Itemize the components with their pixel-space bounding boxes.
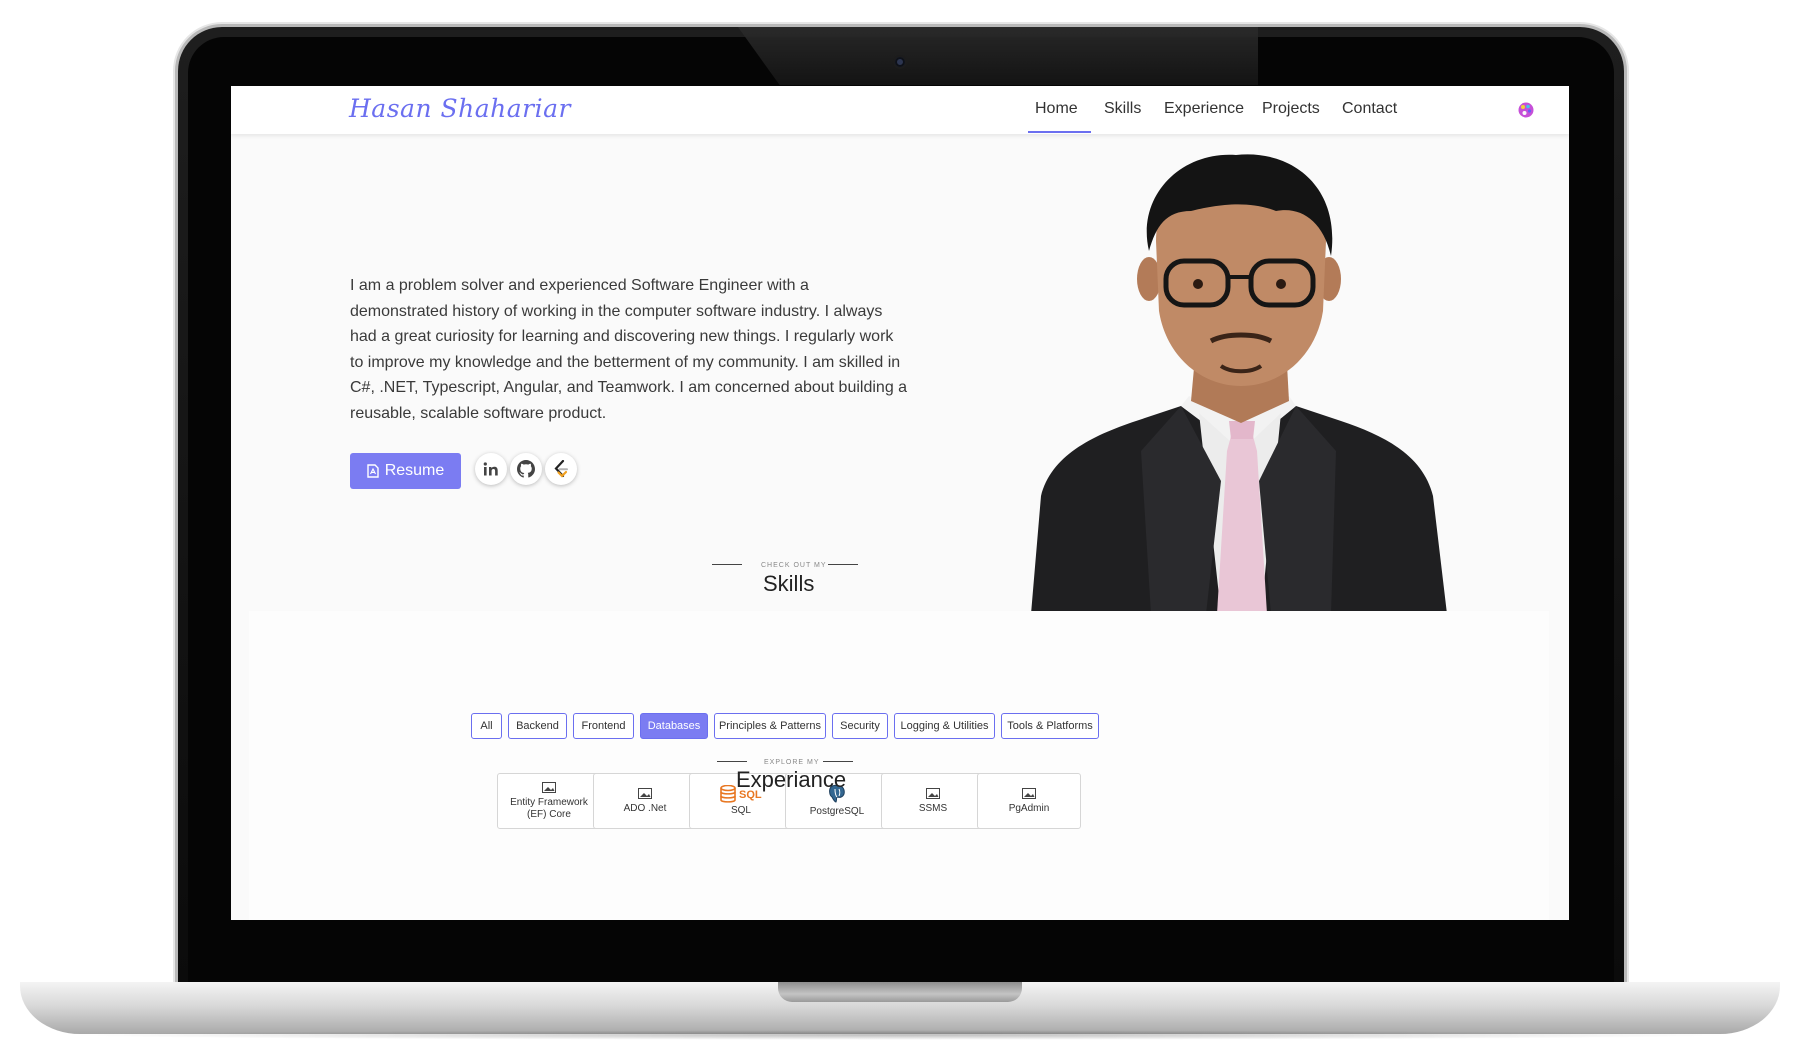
nav-skills[interactable]: Skills [1104, 100, 1141, 118]
skills-section [249, 611, 1549, 920]
skills-kicker: CHECK OUT MY [761, 562, 827, 569]
github-link[interactable] [510, 453, 542, 485]
kicker-line-right [823, 761, 853, 762]
bio-text: I am a problem solver and experienced So… [350, 277, 908, 422]
theme-palette-icon[interactable] [1518, 102, 1534, 118]
skill-card-ssms[interactable]: SSMS [881, 773, 985, 829]
filter-security[interactable]: Security [832, 713, 888, 739]
kicker-line-left [712, 564, 742, 565]
skill-name: SSMS [918, 802, 948, 814]
skill-card-ef-core[interactable]: Entity Framework (EF) Core [497, 773, 601, 829]
profile-photo [1031, 154, 1447, 614]
laptop-shadow [60, 1030, 1740, 1040]
linkedin-link[interactable] [475, 453, 507, 485]
kicker-line-right [828, 564, 858, 565]
filter-all[interactable]: All [471, 713, 502, 739]
leetcode-link[interactable] [545, 453, 577, 485]
bezel-gloss [738, 27, 1258, 85]
leetcode-icon [554, 460, 568, 478]
filter-logging-utilities[interactable]: Logging & Utilities [894, 713, 995, 739]
filter-frontend[interactable]: Frontend [573, 713, 634, 739]
nav-projects[interactable]: Projects [1262, 100, 1320, 118]
filter-backend[interactable]: Backend [508, 713, 567, 739]
laptop-notch [778, 982, 1022, 1002]
active-nav-indicator [1028, 131, 1091, 133]
webcam-icon [895, 57, 905, 67]
skill-card-pgadmin[interactable]: PgAdmin [977, 773, 1081, 829]
skill-name: Entity Framework (EF) Core [510, 796, 588, 820]
resume-button[interactable]: Resume [350, 453, 461, 489]
skill-card-ado-net[interactable]: ADO .Net [593, 773, 697, 829]
resume-label: Resume [384, 462, 445, 479]
github-icon [517, 460, 535, 478]
linkedin-icon [483, 462, 498, 476]
image-placeholder-icon [926, 787, 940, 799]
filter-tools-platforms[interactable]: Tools & Platforms [1001, 713, 1099, 739]
experience-title: Experiance [736, 767, 847, 792]
navbar: Hasan Shahariar Home Skills Experience P… [231, 86, 1569, 134]
pdf-file-icon [367, 464, 379, 478]
filter-databases[interactable]: Databases [640, 713, 708, 739]
image-placeholder-icon [1022, 787, 1036, 799]
filter-principles-patterns[interactable]: Principles & Patterns [714, 713, 826, 739]
skill-name: SQL [730, 805, 751, 816]
image-placeholder-icon [542, 781, 556, 793]
nav-home[interactable]: Home [1035, 100, 1078, 118]
experience-kicker: EXPLORE MY [764, 759, 820, 766]
skill-name: PgAdmin [1008, 802, 1050, 814]
image-placeholder-icon [638, 787, 652, 799]
nav-experience[interactable]: Experience [1164, 100, 1244, 118]
kicker-line-left [717, 761, 747, 762]
skill-name: ADO .Net [623, 802, 667, 814]
brand-logo[interactable]: Hasan Shahariar [349, 94, 571, 123]
skill-name: PostgreSQL [809, 806, 865, 817]
browser-viewport: Hasan Shahariar Home Skills Experience P… [231, 86, 1569, 920]
nav-contact[interactable]: Contact [1342, 100, 1397, 118]
skills-title: Skills [763, 571, 815, 596]
